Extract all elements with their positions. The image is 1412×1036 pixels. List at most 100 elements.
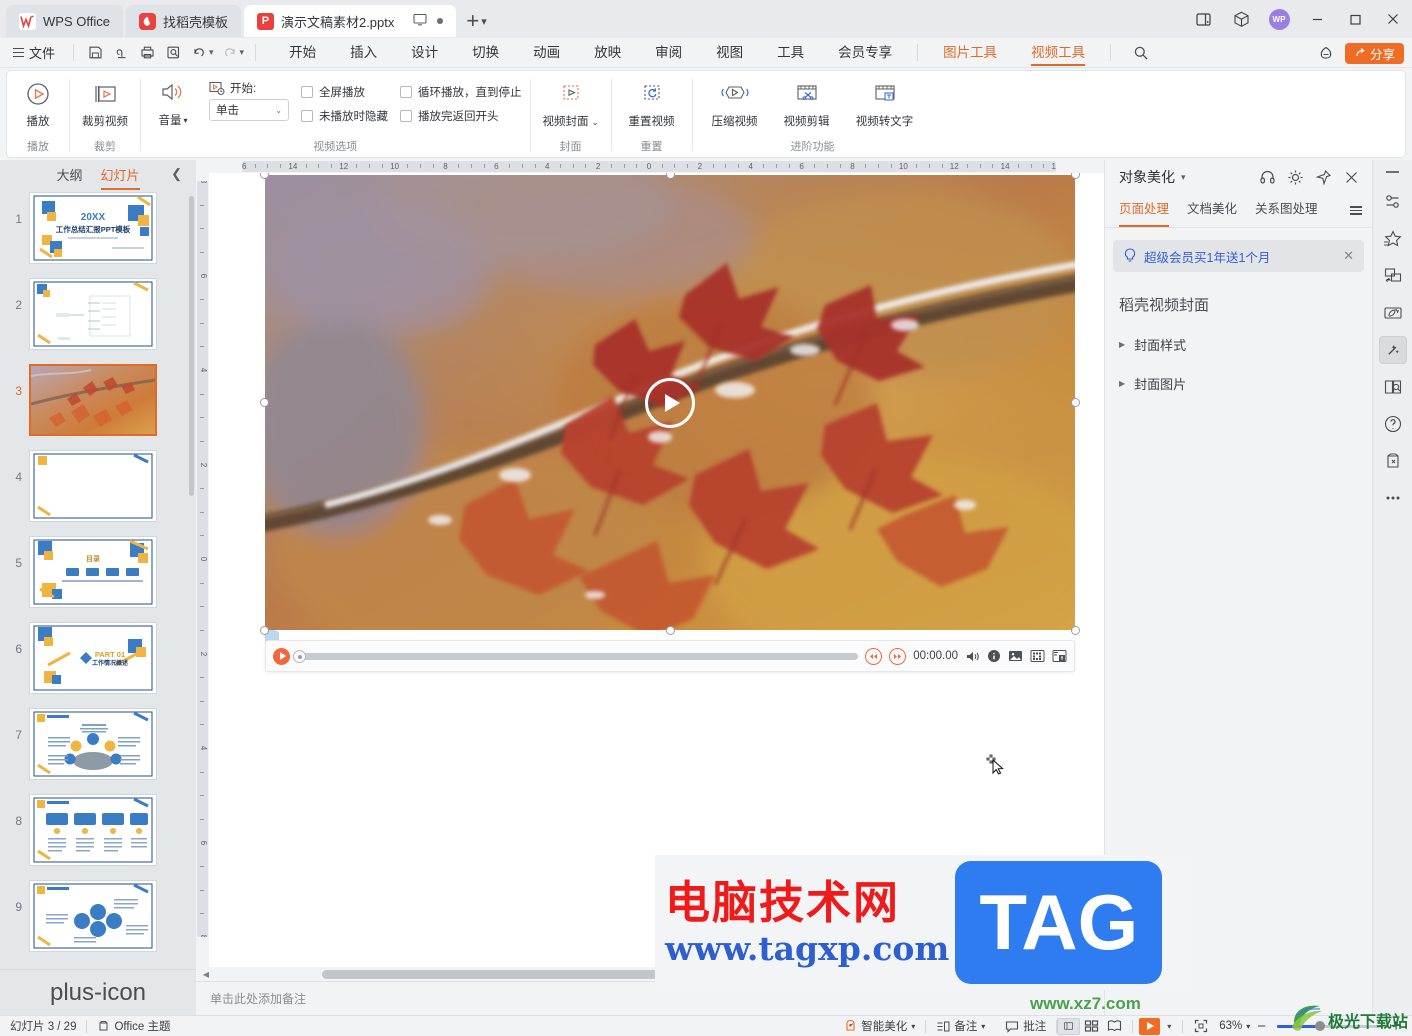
- scroll-thumb[interactable]: [322, 969, 672, 979]
- help-icon[interactable]: [1379, 410, 1407, 438]
- forward-button[interactable]: [889, 647, 907, 665]
- list-item[interactable]: 2: [0, 278, 196, 364]
- avatar[interactable]: WP: [1260, 0, 1298, 38]
- star-icon[interactable]: [1379, 225, 1407, 253]
- thumbnail-scrollbar[interactable]: [189, 196, 194, 496]
- headset-icon[interactable]: [1256, 166, 1278, 188]
- add-slide-button[interactable]: plus-icon: [0, 969, 196, 1015]
- slide-thumbnail-current[interactable]: [29, 364, 157, 436]
- checkbox-rewind-after-playing[interactable]: 播放完返回开头: [400, 105, 522, 127]
- tab-wps-office[interactable]: WPS Office: [6, 5, 123, 37]
- slideshow-dropdown-caret[interactable]: ▾: [1160, 1022, 1178, 1031]
- cube-icon[interactable]: [1222, 0, 1260, 38]
- thumbnail-list[interactable]: 1 20XX 工作总结汇报PPT模板 2 3 4 5 目录 6 PART 01 …: [0, 188, 196, 969]
- print-icon[interactable]: [134, 41, 160, 65]
- panel-icon[interactable]: [1184, 0, 1222, 38]
- compress-video-button[interactable]: 压缩视频: [703, 77, 767, 129]
- current-slide[interactable]: 00:00.00: [260, 173, 1104, 672]
- volume-control[interactable]: 音量 ▾: [149, 77, 197, 128]
- gear-icon[interactable]: [1284, 166, 1306, 188]
- tab-slideshow[interactable]: 放映: [577, 38, 638, 68]
- selection-handle-mr[interactable]: [1071, 398, 1080, 407]
- book-search-icon[interactable]: [1379, 373, 1407, 401]
- search-icon[interactable]: [1133, 45, 1149, 61]
- slide-counter[interactable]: 幻灯片 3 / 29: [10, 1018, 86, 1034]
- rewind-button[interactable]: [865, 647, 883, 665]
- slide-thumbnail[interactable]: PART 01 工作情况概述: [29, 622, 157, 694]
- export-icon[interactable]: [1052, 649, 1067, 663]
- video-object[interactable]: [265, 175, 1075, 630]
- new-tab-button[interactable]: + ▾: [466, 10, 486, 32]
- video-cover-button[interactable]: 视频封面 ⌄: [539, 77, 603, 129]
- zoom-level[interactable]: 63% ▾: [1215, 1020, 1252, 1032]
- checkbox-loop-until-stopped[interactable]: 循环播放，直到停止: [400, 81, 522, 103]
- media-progress-knob[interactable]: [293, 649, 306, 663]
- theme-button[interactable]: Office 主题: [87, 1018, 180, 1034]
- reading-view-button[interactable]: [1103, 1018, 1126, 1035]
- slide-thumbnail[interactable]: [29, 880, 157, 952]
- save-icon[interactable]: [82, 41, 108, 65]
- tab-view[interactable]: 视图: [699, 38, 760, 68]
- magic-wand-icon[interactable]: [1378, 335, 1407, 364]
- slide-thumbnail[interactable]: [29, 794, 157, 866]
- accordion-cover-image[interactable]: ▶ 封面图片: [1119, 374, 1358, 393]
- zoom-out-button[interactable]: −: [1252, 1018, 1271, 1035]
- list-item[interactable]: 9: [0, 880, 196, 966]
- notes-button[interactable]: 备注 ▾: [926, 1018, 995, 1034]
- leaf-beautify-icon[interactable]: [1379, 299, 1407, 327]
- tab-design[interactable]: 设计: [394, 38, 455, 68]
- tab-member-exclusive[interactable]: 会员专享: [821, 38, 909, 68]
- minimize-button[interactable]: [1298, 0, 1336, 38]
- close-icon[interactable]: ✕: [1343, 248, 1354, 264]
- normal-view-button[interactable]: [1057, 1017, 1081, 1035]
- accordion-cover-style[interactable]: ▶ 封面样式: [1119, 335, 1358, 354]
- chevron-left-icon[interactable]: ❮: [171, 166, 182, 182]
- customize-toolbar-caret[interactable]: ▾: [240, 47, 245, 58]
- tab-tools[interactable]: 工具: [760, 38, 821, 68]
- tab-transition[interactable]: 切换: [455, 38, 516, 68]
- reset-video-button[interactable]: 重置视频: [620, 77, 684, 129]
- slide-sorter-view-button[interactable]: [1080, 1018, 1103, 1035]
- sliders-icon[interactable]: [1379, 188, 1407, 216]
- more-icon[interactable]: [1379, 484, 1407, 512]
- tab-review[interactable]: 审阅: [638, 38, 699, 68]
- media-play-button[interactable]: [273, 647, 290, 665]
- slide-thumbnail[interactable]: [29, 278, 157, 350]
- list-item[interactable]: 7: [0, 708, 196, 794]
- checkbox-fullscreen[interactable]: 全屏播放: [301, 81, 388, 103]
- volume-icon[interactable]: [965, 649, 980, 664]
- close-button[interactable]: [1374, 0, 1412, 38]
- horizontal-ruler[interactable]: 16 14 12 10 8 6 4 2 0 2 4 6 8 10 12 14 16: [196, 160, 1104, 173]
- start-select[interactable]: 单击 ⌄: [209, 99, 289, 121]
- vertical-ruler[interactable]: 8 6 4 2 0 2 4 6 8: [196, 173, 209, 967]
- tab-animation[interactable]: 动画: [516, 38, 577, 68]
- chevron-down-icon[interactable]: ▾: [1181, 172, 1186, 183]
- tab-diagram-processing[interactable]: 关系图处理: [1255, 194, 1318, 227]
- video-edit-button[interactable]: 视频剪辑: [775, 77, 839, 129]
- tab-presentation-file[interactable]: P 演示文稿素材2.pptx: [243, 5, 457, 37]
- hamburger-icon[interactable]: [1350, 206, 1362, 215]
- slide-thumbnail[interactable]: 目录: [29, 536, 157, 608]
- promo-banner[interactable]: 超级会员买1年送1个月 ✕: [1113, 240, 1364, 272]
- trim-video-button[interactable]: 裁剪视频: [73, 77, 137, 129]
- tab-find-template[interactable]: 找稻壳模板: [125, 5, 241, 37]
- play-button[interactable]: 播放: [10, 77, 66, 129]
- tab-page-processing[interactable]: 页面处理: [1119, 194, 1170, 227]
- info-icon[interactable]: [987, 649, 1001, 663]
- start-slideshow-button[interactable]: [1139, 1017, 1161, 1035]
- selection-handle-bc[interactable]: [666, 626, 675, 635]
- list-item[interactable]: 1 20XX 工作总结汇报PPT模板: [0, 192, 196, 278]
- collapse-dash-icon[interactable]: [1386, 171, 1399, 173]
- media-control-bar[interactable]: 00:00.00: [265, 640, 1075, 672]
- slide-thumbnail[interactable]: [29, 450, 157, 522]
- scroll-left-arrow[interactable]: ◀: [200, 970, 212, 979]
- share-button[interactable]: 分享: [1344, 42, 1404, 64]
- shapes-icon[interactable]: [1379, 262, 1407, 290]
- checkbox-hide-when-not-playing[interactable]: 未播放时隐藏: [301, 105, 388, 127]
- list-item[interactable]: 5 目录: [0, 536, 196, 622]
- media-progress-track[interactable]: [293, 649, 859, 663]
- tab-outline[interactable]: 大纲: [56, 165, 82, 184]
- tab-start[interactable]: 开始: [272, 38, 333, 68]
- slide-thumbnail[interactable]: [29, 708, 157, 780]
- video-to-text-button[interactable]: 视频转文字: [847, 77, 923, 129]
